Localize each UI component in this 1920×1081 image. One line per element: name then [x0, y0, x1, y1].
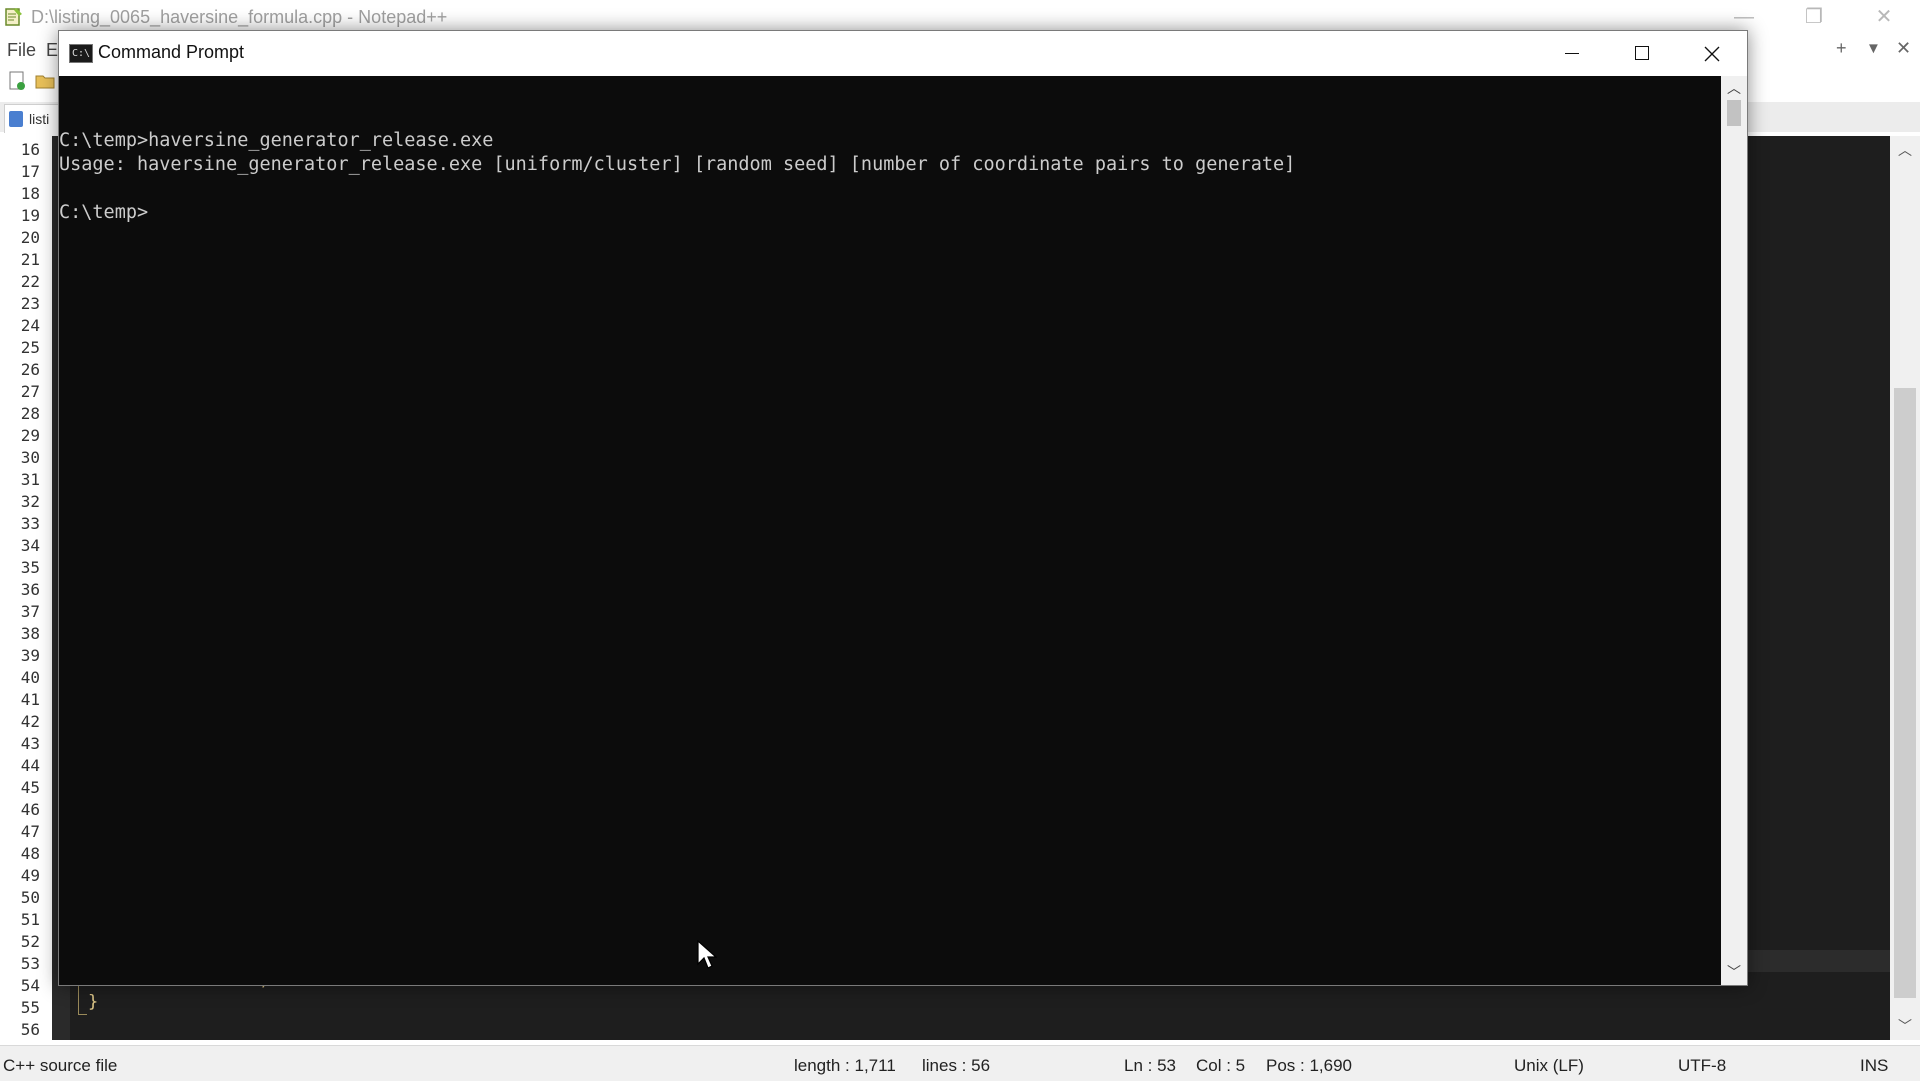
- status-file-type: C++ source file: [3, 1056, 118, 1075]
- line-number: 38: [20, 624, 40, 643]
- status-encoding[interactable]: UTF-8: [1678, 1056, 1726, 1076]
- line-number: 32: [20, 492, 40, 511]
- line-number: 42: [20, 712, 40, 731]
- line-number: 40: [20, 668, 40, 687]
- status-insert-mode: INS: [1860, 1056, 1889, 1075]
- document-tab[interactable]: listi: [4, 104, 62, 133]
- status-pos: Pos : 1,690: [1266, 1056, 1353, 1075]
- line-number: 22: [20, 272, 40, 291]
- scroll-down-arrow-icon[interactable]: ﹀: [1890, 1016, 1920, 1036]
- line-number: 27: [20, 382, 40, 401]
- line-number: 21: [20, 250, 40, 269]
- line-number: 51: [20, 910, 40, 929]
- line-number-gutter: 16 17 18 19 20 21 22 23 24 25 26 27 28 29 30 31 32 33 34 35…: [0, 136, 52, 1040]
- line-number: 43: [20, 734, 40, 753]
- close-doc-icon[interactable]: ✕: [1896, 38, 1911, 59]
- tab-list-dropdown-icon[interactable]: ▼: [1866, 40, 1881, 57]
- line-number: 56: [20, 1020, 40, 1039]
- editor-scroll-thumb[interactable]: [1894, 388, 1916, 998]
- line-number: 36: [20, 580, 40, 599]
- close-icon: [1704, 46, 1720, 62]
- line-number: 34: [20, 536, 40, 555]
- code-line-closing-brace: }: [88, 992, 99, 1012]
- scroll-down-arrow-icon[interactable]: ﹀: [1721, 962, 1747, 982]
- editor-vertical-scrollbar[interactable]: ︿ ﹀: [1890, 136, 1920, 1040]
- cmd-titlebar[interactable]: C:\ Command Prompt: [59, 31, 1747, 76]
- npp-close-button[interactable]: ✕: [1854, 0, 1914, 34]
- line-number: 35: [20, 558, 40, 577]
- line-number: 16: [20, 140, 40, 159]
- cmd-vertical-scrollbar[interactable]: ︿ ﹀: [1721, 76, 1747, 985]
- status-length: length : 1,711: [794, 1056, 896, 1075]
- line-number: 37: [20, 602, 40, 621]
- status-ln: Ln : 53: [1124, 1056, 1176, 1075]
- line-number: 49: [20, 866, 40, 885]
- line-number: 46: [20, 800, 40, 819]
- new-file-icon[interactable]: [6, 70, 28, 92]
- line-number: 50: [20, 888, 40, 907]
- line-number: 17: [20, 162, 40, 181]
- npp-minimize-button[interactable]: —: [1714, 0, 1774, 34]
- console-line: C:\temp>haversine_generator_release.exe: [59, 130, 494, 151]
- line-number: 30: [20, 448, 40, 467]
- cmd-close-button[interactable]: [1677, 31, 1747, 76]
- line-number: 24: [20, 316, 40, 335]
- cmd-window-title: Command Prompt: [98, 42, 245, 62]
- console-line: Usage: haversine_generator_release.exe […: [59, 154, 1296, 175]
- line-number: 20: [20, 228, 40, 247]
- line-number: 55: [20, 998, 40, 1017]
- line-number: 54: [20, 976, 40, 995]
- menu-file[interactable]: File: [7, 40, 36, 61]
- command-prompt-window: C:\ Command Prompt C:\temp>haversine_gen…: [58, 30, 1748, 986]
- line-number: 29: [20, 426, 40, 445]
- notepadpp-window-title: D:\listing_0065_haversine_formula.cpp - …: [31, 7, 448, 27]
- line-number: 18: [20, 184, 40, 203]
- line-number: 25: [20, 338, 40, 357]
- cmd-scroll-thumb[interactable]: [1727, 100, 1741, 126]
- line-number: 39: [20, 646, 40, 665]
- status-col: Col : 5: [1196, 1056, 1246, 1075]
- line-number: 26: [20, 360, 40, 379]
- menu-edit[interactable]: E: [46, 40, 58, 61]
- notepad-plus-plus-icon: [5, 8, 22, 26]
- npp-restore-button[interactable]: ❐: [1784, 0, 1844, 34]
- line-number: 53: [20, 954, 40, 973]
- cmd-minimize-button[interactable]: [1537, 31, 1607, 76]
- maximize-icon: [1635, 46, 1649, 60]
- command-prompt-icon: C:\: [69, 44, 93, 63]
- console-prompt-line: C:\temp>: [59, 202, 149, 223]
- cmd-maximize-button[interactable]: [1607, 31, 1677, 76]
- line-number: 31: [20, 470, 40, 489]
- line-number: 45: [20, 778, 40, 797]
- line-number: 48: [20, 844, 40, 863]
- scroll-up-arrow-icon[interactable]: ︿: [1890, 140, 1920, 160]
- save-disk-icon: [9, 111, 23, 127]
- document-tab-label: listi: [29, 111, 50, 127]
- open-file-icon[interactable]: [34, 70, 56, 92]
- status-eol[interactable]: Unix (LF): [1514, 1056, 1584, 1076]
- line-number: 28: [20, 404, 40, 423]
- line-number: 47: [20, 822, 40, 841]
- notepadpp-statusbar: C++ source file length : 1,711 lines : 5…: [0, 1045, 1920, 1081]
- add-tab-icon[interactable]: +: [1836, 38, 1847, 59]
- mouse-pointer-icon: [697, 940, 717, 969]
- line-number: 52: [20, 932, 40, 951]
- minimize-icon: [1565, 53, 1579, 54]
- line-number: 23: [20, 294, 40, 313]
- notepadpp-titlebar[interactable]: D:\listing_0065_haversine_formula.cpp - …: [0, 0, 1920, 34]
- scroll-up-arrow-icon[interactable]: ︿: [1721, 78, 1747, 98]
- status-lines: lines : 56: [922, 1056, 991, 1075]
- line-number: 44: [20, 756, 40, 775]
- line-number: 41: [20, 690, 40, 709]
- console-output[interactable]: C:\temp>haversine_generator_release.exe …: [59, 76, 1721, 985]
- line-number: 33: [20, 514, 40, 533]
- line-number: 19: [20, 206, 40, 225]
